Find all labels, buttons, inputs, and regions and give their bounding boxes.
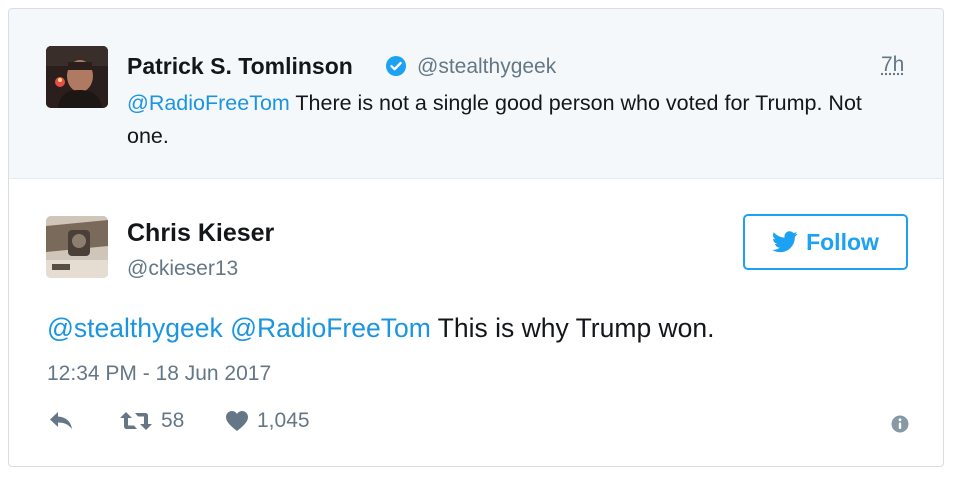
follow-button[interactable]: Follow xyxy=(743,214,908,270)
mention-link[interactable]: @stealthygeek xyxy=(47,313,223,343)
mention-link[interactable]: @RadioFreeTom xyxy=(230,313,431,343)
author-handle[interactable]: @ckieser13 xyxy=(127,257,238,281)
heart-icon xyxy=(226,411,248,431)
author-name[interactable]: Chris Kieser xyxy=(127,219,274,248)
reply-button[interactable] xyxy=(47,409,75,431)
quoted-tweet-text: @RadioFreeTom There is not a single good… xyxy=(127,87,887,153)
tweet-text-body: This is why Trump won. xyxy=(437,313,715,343)
tweet-text: @stealthygeek @RadioFreeTom This is why … xyxy=(47,313,715,344)
quoted-timestamp[interactable]: 7h xyxy=(881,53,904,77)
tweet-timestamp[interactable]: 12:34 PM - 18 Jun 2017 xyxy=(47,362,271,386)
avatar[interactable] xyxy=(46,46,108,108)
info-icon[interactable] xyxy=(891,415,909,433)
reply-icon xyxy=(50,412,72,429)
quoted-tweet[interactable]: Patrick S. Tomlinson @stealthygeek 7h @R… xyxy=(9,9,943,179)
quoted-author-name[interactable]: Patrick S. Tomlinson xyxy=(127,53,353,80)
retweet-icon xyxy=(120,412,152,430)
tweet-card: Patrick S. Tomlinson @stealthygeek 7h @R… xyxy=(8,8,944,467)
retweet-button[interactable]: 58 xyxy=(119,409,184,433)
twitter-bird-icon xyxy=(772,231,798,253)
mention-link[interactable]: @RadioFreeTom xyxy=(127,91,290,115)
follow-label: Follow xyxy=(806,228,879,255)
tweet-actions: 58 1,045 xyxy=(47,409,917,439)
like-button[interactable]: 1,045 xyxy=(225,409,310,433)
quoted-author-handle[interactable]: @stealthygeek xyxy=(417,55,556,79)
retweet-count: 58 xyxy=(161,409,185,432)
avatar[interactable] xyxy=(46,216,108,278)
verified-badge-icon xyxy=(386,56,406,76)
like-count: 1,045 xyxy=(257,409,310,432)
